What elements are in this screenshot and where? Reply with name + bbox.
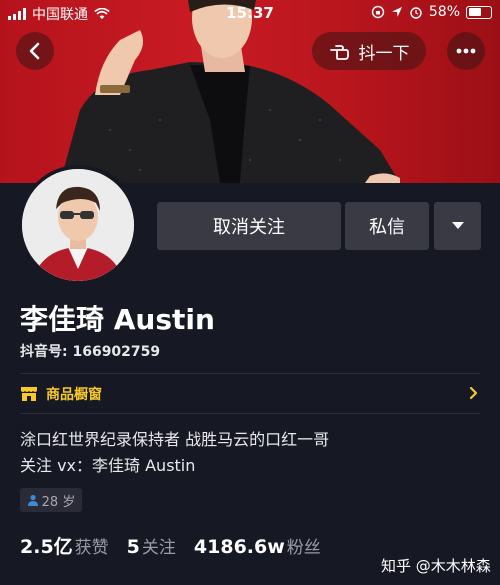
douyin-id: 抖音号: 166902759 xyxy=(20,344,161,360)
shop-window-label: 商品橱窗 xyxy=(46,387,102,403)
more-button[interactable] xyxy=(447,32,485,70)
likes-label: 获赞 xyxy=(74,538,109,558)
bio-line-2: 关注 vx：李佳琦 Austin xyxy=(20,456,196,475)
person-icon xyxy=(27,494,38,506)
profile-banner xyxy=(0,0,500,183)
watermark: 知乎 @木木林森 xyxy=(381,557,491,575)
profile-name: 李佳琦 Austin xyxy=(20,303,215,336)
likes-count: 2.5亿 xyxy=(20,536,73,558)
shake-label: 抖一下 xyxy=(358,43,410,64)
alarm-icon xyxy=(410,7,422,19)
banner-photo xyxy=(60,0,400,183)
followers-count[interactable]: 4186.6w xyxy=(194,536,285,558)
unfollow-button[interactable]: 取消关注 xyxy=(157,202,341,250)
message-label: 私信 xyxy=(369,217,405,238)
chevron-left-icon xyxy=(29,42,40,60)
more-dots-icon xyxy=(456,48,476,54)
following-count[interactable]: 5 xyxy=(127,536,140,558)
pointing-hand-icon xyxy=(329,45,349,60)
age-label: 28 岁 xyxy=(41,494,76,510)
shake-button[interactable]: 抖一下 xyxy=(312,32,426,70)
followers-label[interactable]: 粉丝 xyxy=(287,533,321,558)
battery-percent: 58% xyxy=(428,4,460,20)
divider-top xyxy=(20,373,480,374)
battery-icon xyxy=(466,5,492,19)
back-button[interactable] xyxy=(16,32,54,70)
divider-bottom xyxy=(20,413,480,414)
caret-down-icon xyxy=(451,222,464,229)
recommend-dropdown-button[interactable] xyxy=(434,202,481,250)
age-tag: 28 岁 xyxy=(20,488,82,512)
message-button[interactable]: 私信 xyxy=(345,202,429,250)
following-label[interactable]: 关注 xyxy=(142,533,176,558)
bio-line-1: 涂口红世界纪录保持者 战胜马云的口红一哥 xyxy=(20,430,330,449)
location-icon xyxy=(391,7,402,17)
orientation-lock-icon xyxy=(371,5,385,19)
avatar-photo xyxy=(22,169,134,281)
profile-stats: 2.5亿 获赞 5 关注 4186.6w 粉丝 xyxy=(20,532,339,559)
status-bar: 中国联通 15:37 58% xyxy=(0,0,500,26)
chevron-right-icon xyxy=(469,386,478,400)
shop-window-row[interactable]: 商品橱窗 xyxy=(20,382,482,406)
avatar[interactable] xyxy=(22,169,134,281)
shop-icon xyxy=(21,387,37,401)
unfollow-label: 取消关注 xyxy=(213,217,285,238)
